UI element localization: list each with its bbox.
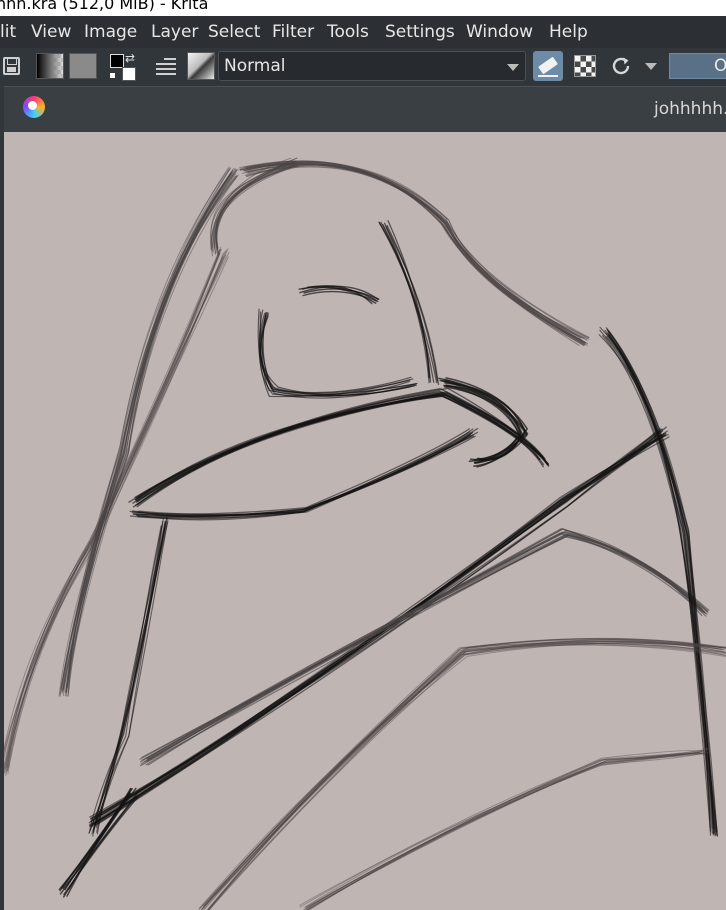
- alpha-lock-icon[interactable]: [574, 55, 596, 77]
- menu-edit[interactable]: lit: [0, 22, 16, 42]
- brush-settings-icon[interactable]: [156, 57, 176, 75]
- menu-help[interactable]: Help: [549, 22, 588, 42]
- menu-image[interactable]: Image: [84, 22, 137, 42]
- blend-mode-select[interactable]: Normal: [218, 51, 526, 81]
- brush-preset-icon[interactable]: [187, 52, 215, 80]
- drawing-canvas[interactable]: [4, 132, 726, 910]
- menu-filter[interactable]: Filter: [272, 22, 314, 42]
- document-tab-bar: johhhhh.: [4, 86, 726, 132]
- gradient-icon[interactable]: [36, 53, 64, 79]
- opacity-value: O: [714, 56, 726, 76]
- menu-settings[interactable]: Settings: [385, 22, 455, 42]
- eraser-icon[interactable]: [533, 51, 563, 81]
- reload-icon[interactable]: [609, 54, 633, 78]
- menu-layer[interactable]: Layer: [151, 22, 198, 42]
- menu-select[interactable]: Select: [208, 22, 260, 42]
- window-title-bar: hhh.kra (512,0 MiB) - Krita: [0, 0, 726, 16]
- window-title: hhh.kra (512,0 MiB) - Krita: [0, 0, 209, 13]
- blend-mode-value: Normal: [224, 56, 286, 76]
- pattern-icon[interactable]: [69, 53, 97, 79]
- save-icon[interactable]: [3, 57, 20, 75]
- chevron-down-icon: [507, 64, 519, 71]
- krita-logo-icon: [23, 96, 45, 118]
- document-tab[interactable]: johhhhh.: [654, 99, 726, 119]
- menu-window[interactable]: Window: [466, 22, 533, 42]
- menu-view[interactable]: View: [31, 22, 71, 42]
- opacity-field[interactable]: O: [669, 53, 726, 79]
- chevron-down-icon[interactable]: [645, 63, 657, 70]
- brushes-toolbar: ⇄ Normal O: [0, 48, 726, 86]
- menu-bar: lit View Image Layer Select Filter Tools…: [0, 16, 726, 48]
- fg-bg-color-icon[interactable]: ⇄: [109, 51, 139, 83]
- sketch-artwork: [4, 157, 726, 910]
- menu-tools[interactable]: Tools: [327, 22, 369, 42]
